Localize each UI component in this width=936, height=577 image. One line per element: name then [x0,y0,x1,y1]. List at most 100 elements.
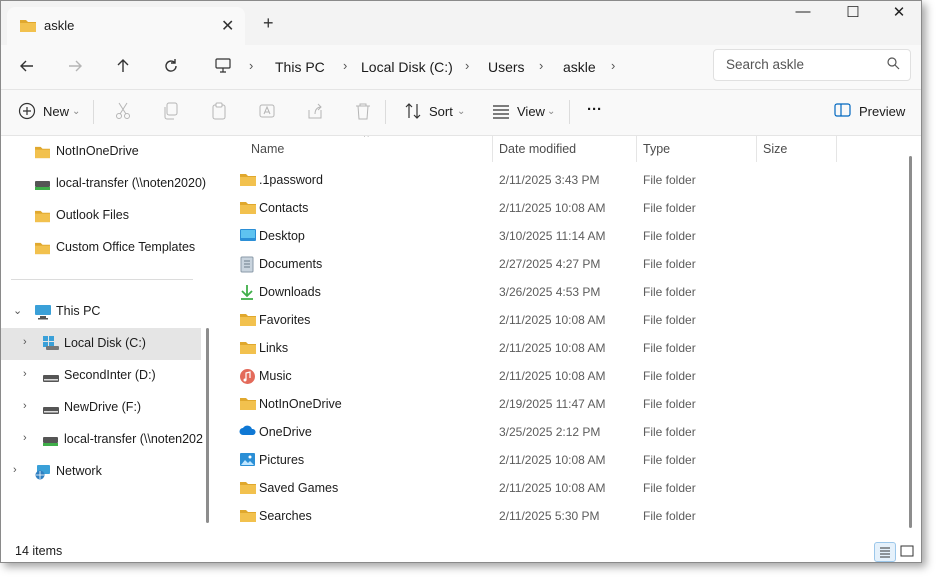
share-icon[interactable] [307,102,323,123]
nav-item-notinonedrive[interactable]: NotInOneDrive [1,136,211,168]
file-type: File folder [643,481,696,495]
minimize-button[interactable]: — [783,3,823,29]
refresh-button[interactable] [157,53,185,81]
chevron-right-icon[interactable]: › [249,58,253,73]
chevron-right-icon[interactable]: › [343,58,347,73]
table-row[interactable]: Favorites 2/11/2025 10:08 AM File folder [233,306,893,334]
nav-item-label: Custom Office Templates [56,240,196,254]
arrow-up-icon [117,59,129,72]
breadcrumb-askle[interactable]: askle [563,59,596,75]
content-scrollbar[interactable] [909,156,912,528]
details-view-button[interactable] [874,542,896,562]
folder-icon [239,340,257,358]
nav-item-local-transfer[interactable]: local-transfer (\\noten2020) [1,168,211,200]
file-name: Links [259,341,289,355]
chevron-right-icon[interactable]: › [13,464,17,476]
chevron-right-icon[interactable]: › [23,432,27,444]
new-tab-button[interactable]: + [263,13,274,34]
chevron-down-icon: ⌄ [457,106,466,117]
copy-icon[interactable] [163,102,179,123]
column-header-size[interactable]: Size [763,142,787,156]
chevron-right-icon[interactable]: › [611,58,615,73]
column-header-date-modified[interactable]: Date modified [499,142,576,156]
table-row[interactable]: Music 2/11/2025 10:08 AM File folder [233,362,893,390]
chevron-right-icon[interactable]: › [465,58,469,73]
table-row[interactable]: Links 2/11/2025 10:08 AM File folder [233,334,893,362]
cut-icon[interactable] [115,102,131,123]
chevron-right-icon[interactable]: › [23,400,27,412]
nav-item-outlook-files[interactable]: Outlook Files [1,200,211,232]
search-box[interactable]: Search askle [713,49,911,81]
column-divider[interactable] [836,136,837,162]
nav-item-label: This PC [56,304,101,318]
table-row[interactable]: Saved Games 2/11/2025 10:08 AM File folder [233,474,893,502]
table-row[interactable]: Searches 2/11/2025 5:30 PM File folder [233,502,893,530]
column-divider[interactable] [756,136,757,162]
column-divider[interactable] [636,136,637,162]
file-type: File folder [643,509,696,523]
table-row[interactable]: Desktop 3/10/2025 11:14 AM File folder [233,222,893,250]
nav-item-this-pc[interactable]: ⌄ This PC [1,296,211,328]
nav-item-label: SecondInter (D:) [64,368,156,382]
nav-item-network[interactable]: › Network [1,456,211,488]
refresh-icon [165,59,177,72]
close-tab-icon[interactable]: ✕ [221,16,234,36]
table-row[interactable]: Contacts 2/11/2025 10:08 AM File folder [233,194,893,222]
chevron-down-icon: ⌄ [72,106,81,117]
delete-icon[interactable] [355,102,371,123]
arrow-right-icon [69,60,82,72]
chevron-right-icon[interactable]: › [539,58,543,73]
file-name: Pictures [259,453,305,467]
view-icon [492,102,510,123]
file-name: OneDrive [259,425,312,439]
nav-item-label: NotInOneDrive [56,144,139,158]
chevron-down-icon[interactable]: ⌄ [13,304,22,317]
column-header-type[interactable]: Type [643,142,670,156]
chevron-right-icon[interactable]: › [23,368,27,380]
breadcrumb-this-pc[interactable]: This PC [275,59,325,75]
navigation-bar: › This PC › Local Disk (C:) › Users › as… [1,45,921,90]
file-type: File folder [643,173,696,187]
table-row[interactable]: Downloads 3/26/2025 4:53 PM File folder [233,278,893,306]
column-divider[interactable] [492,136,493,162]
table-row[interactable]: NotInOneDrive 2/19/2025 11:47 AM File fold… [233,390,893,418]
table-row[interactable]: Pictures 2/11/2025 10:08 AM File folder [233,446,893,474]
new-button[interactable]: New [43,104,69,119]
preview-button[interactable]: Preview [859,104,905,119]
sort-button[interactable]: Sort [429,104,453,119]
network-icon [34,464,52,483]
tiles-view-button[interactable] [897,542,917,560]
breadcrumb-users[interactable]: Users [488,59,525,75]
forward-button[interactable] [61,53,89,81]
up-button[interactable] [109,53,137,81]
file-date-modified: 2/11/2025 10:08 AM [499,341,606,355]
column-header-name[interactable]: Name [251,142,284,156]
back-button[interactable] [13,53,41,81]
file-type: File folder [643,257,696,271]
chevron-right-icon[interactable]: › [23,336,27,348]
nav-item-local-transfer-drive[interactable]: › local-transfer (\\noten202 [1,424,211,456]
table-row[interactable]: OneDrive 3/25/2025 2:12 PM File folder [233,418,893,446]
nav-item-newdrive-f[interactable]: › NewDrive (F:) [1,392,211,424]
table-row[interactable]: Documents 2/27/2025 4:27 PM File folder [233,250,893,278]
folder-icon [239,312,257,330]
maximize-button[interactable]: ☐ [833,3,873,29]
close-window-button[interactable]: ✕ [879,3,919,29]
nav-pane-scrollbar[interactable] [206,328,209,523]
more-options-button[interactable]: ··· [587,101,602,118]
folder-icon [239,200,257,218]
nav-item-secondinter-d[interactable]: › SecondInter (D:) [1,360,211,392]
tiles-view-icon [900,545,914,557]
breadcrumb-local-disk[interactable]: Local Disk (C:) [361,59,453,75]
paste-icon[interactable] [211,102,227,123]
pictures-icon [239,452,256,470]
desktop-icon [239,228,257,246]
view-button[interactable]: View [517,104,545,119]
address-bar[interactable]: › This PC › Local Disk (C:) › Users › as… [201,49,703,83]
tab-askle[interactable]: askle ✕ [7,7,245,45]
rename-icon[interactable] [259,102,275,123]
nav-item-custom-office-templates[interactable]: Custom Office Templates [1,232,211,264]
file-date-modified: 2/19/2025 11:47 AM [499,397,606,411]
nav-item-local-disk-c[interactable]: › Local Disk (C:) [1,328,201,360]
table-row[interactable]: .1password 2/11/2025 3:43 PM File folder [233,166,893,194]
